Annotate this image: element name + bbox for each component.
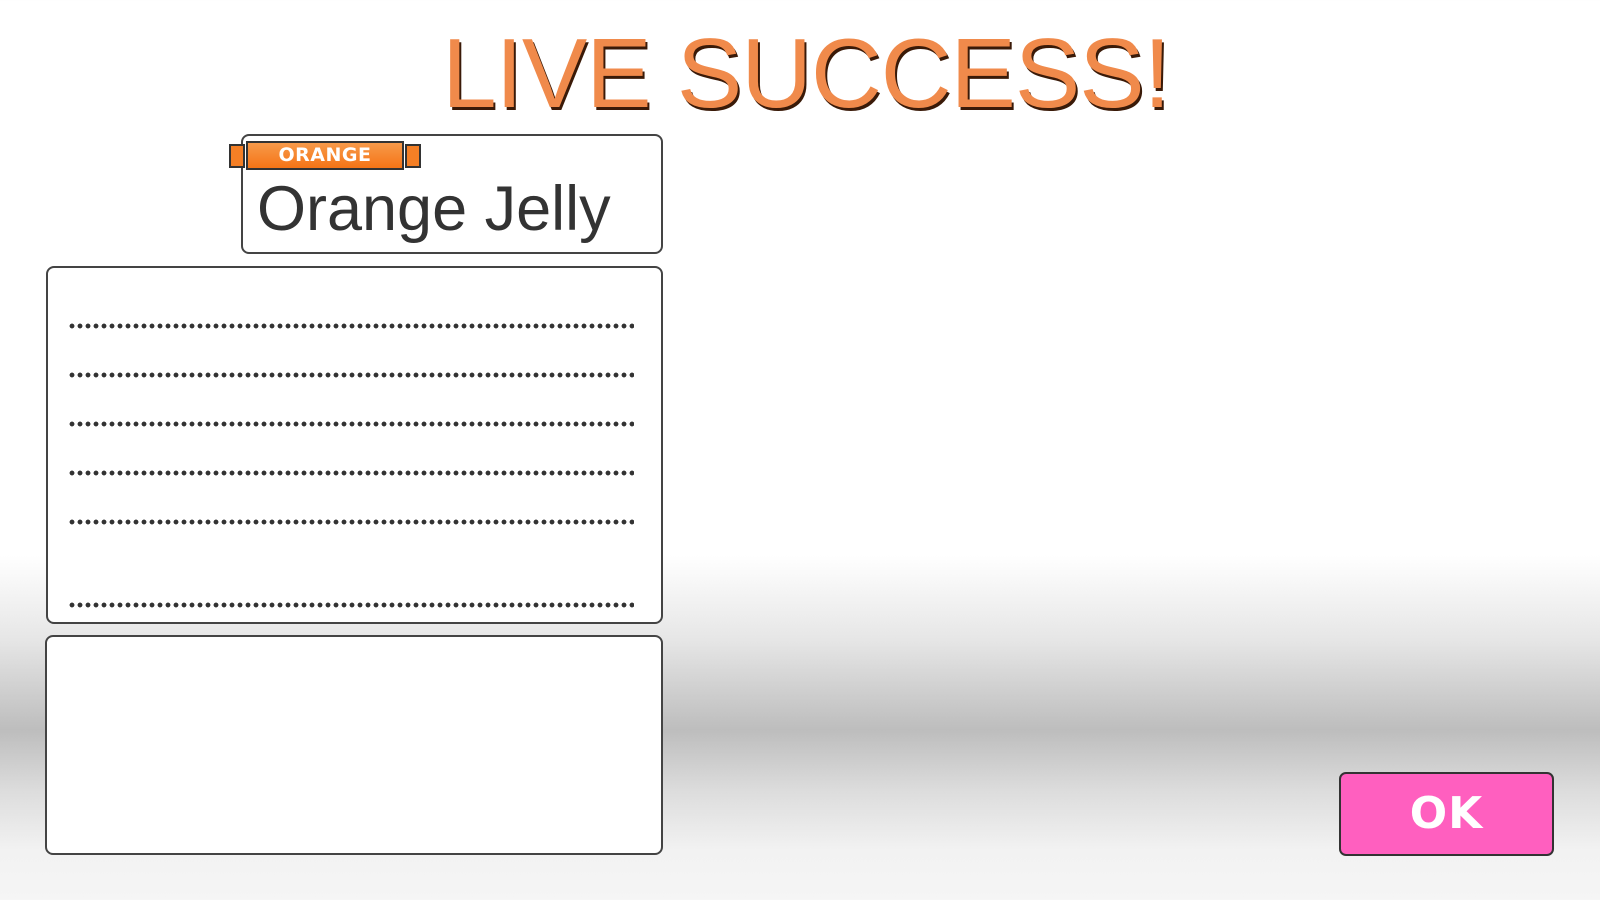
song-title: Orange Jelly	[257, 174, 611, 244]
result-stats-panel	[46, 266, 663, 624]
stat-row-dotted-line	[68, 323, 634, 329]
tag-left-cap	[229, 144, 245, 168]
stat-row-dotted-line	[68, 421, 634, 427]
stat-row-dotted-line	[68, 470, 634, 476]
stat-row-dotted-line	[68, 519, 634, 525]
attribute-label: ORANGE	[246, 141, 404, 170]
live-success-title: LIVE SUCCESS!	[442, 18, 1171, 128]
extra-info-panel	[45, 635, 663, 855]
attribute-tag: ORANGE	[229, 141, 421, 170]
stat-row-dotted-line	[68, 602, 634, 608]
tag-right-cap	[405, 144, 421, 168]
ok-button[interactable]: OK	[1339, 772, 1554, 856]
stat-row-dotted-line	[68, 372, 634, 378]
